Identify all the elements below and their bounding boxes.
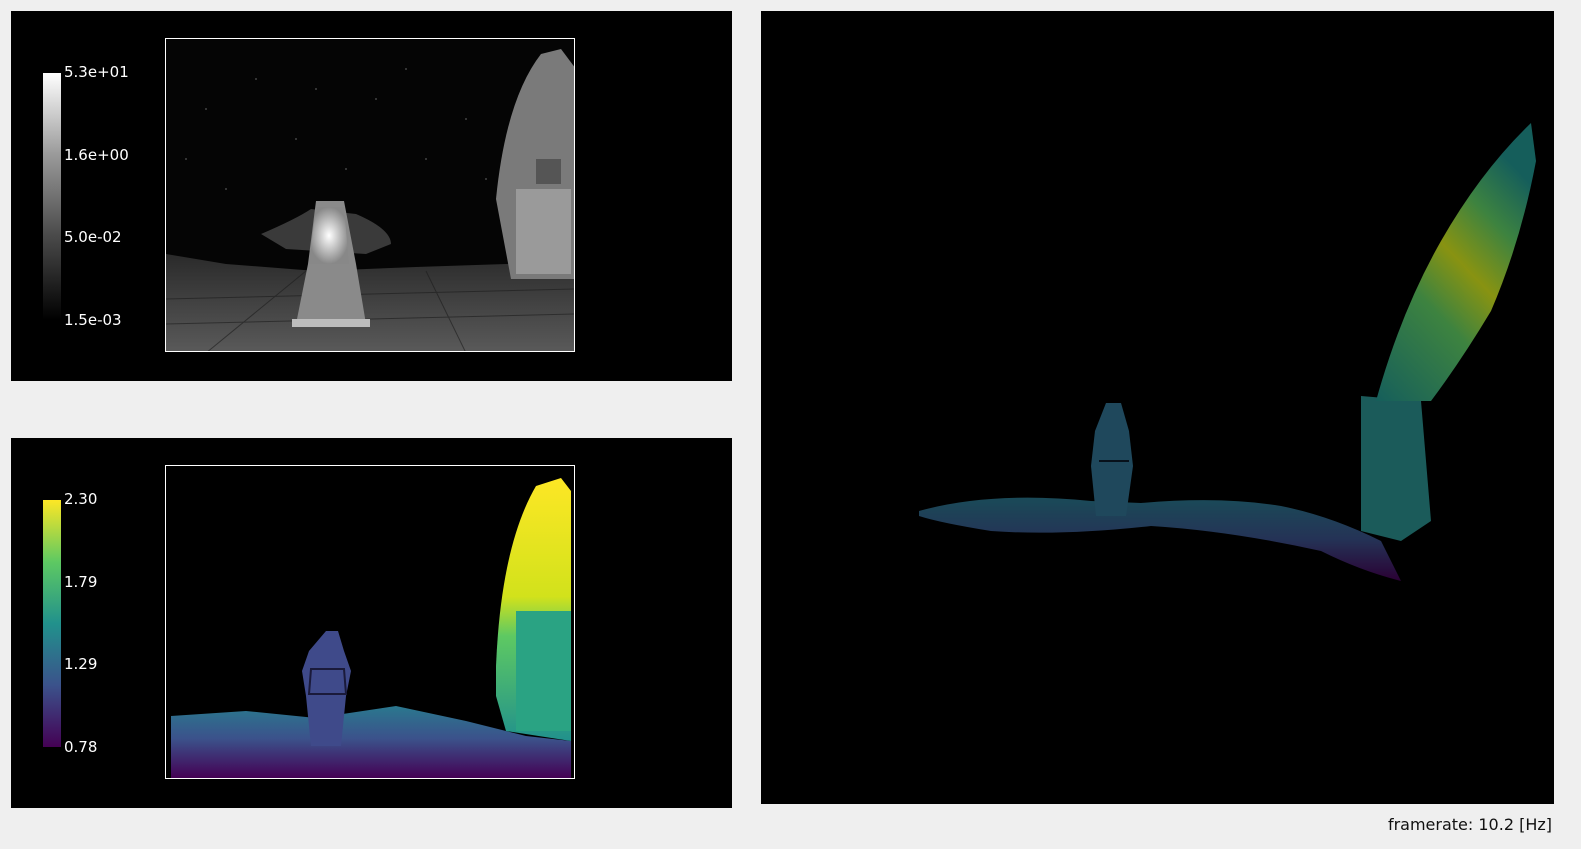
intensity-tick-3: 5.0e-02	[64, 228, 122, 246]
intensity-image	[165, 38, 575, 352]
depth-tick-2: 1.79	[64, 573, 98, 591]
intensity-image-panel: 5.3e+01 1.6e+00 5.0e-02 1.5e-03	[11, 11, 732, 381]
depth-image-panel: 2.30 1.79 1.29 0.78	[11, 438, 732, 808]
depth-tick-min: 0.78	[64, 738, 98, 756]
depth-image	[165, 465, 575, 779]
pointcloud-view[interactable]	[761, 11, 1554, 804]
depth-image-render	[166, 466, 574, 778]
depth-tick-3: 1.29	[64, 655, 98, 673]
intensity-tick-min: 1.5e-03	[64, 311, 122, 329]
depth-tick-max: 2.30	[64, 490, 98, 508]
intensity-colorbar	[43, 73, 61, 320]
intensity-tick-2: 1.6e+00	[64, 146, 129, 164]
depth-colorbar	[43, 500, 61, 747]
intensity-image-render	[166, 39, 574, 351]
intensity-tick-max: 5.3e+01	[64, 63, 129, 81]
framerate-label: framerate: 10.2 [Hz]	[1387, 815, 1552, 834]
pointcloud-render	[911, 111, 1551, 611]
